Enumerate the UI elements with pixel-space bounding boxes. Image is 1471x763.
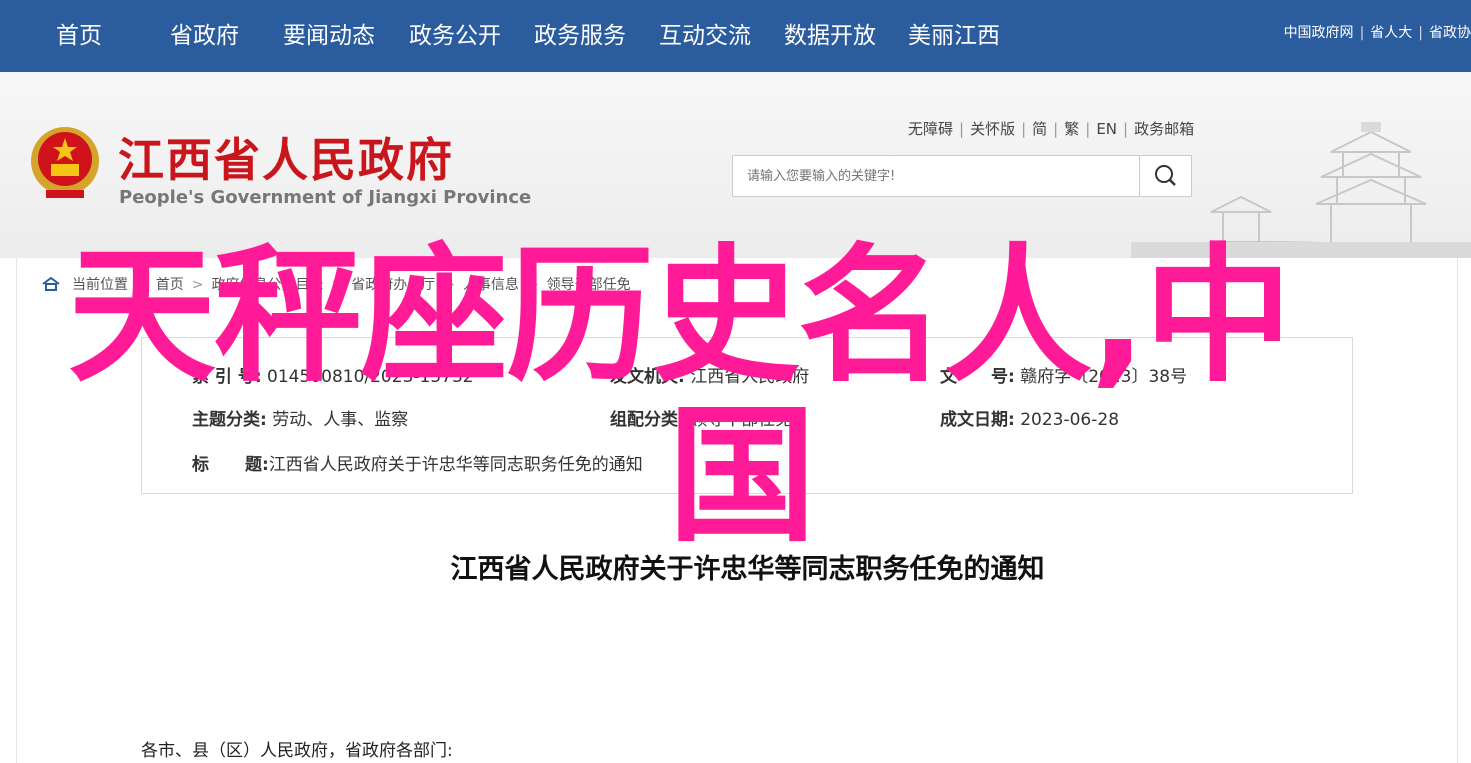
nav-item-beautiful-jiangxi[interactable]: 美丽江西 xyxy=(908,0,1000,72)
search-input[interactable] xyxy=(733,156,1141,196)
separator: | xyxy=(959,120,965,138)
nav-item-news[interactable]: 要闻动态 xyxy=(283,0,375,72)
separator: | xyxy=(1021,120,1027,138)
utility-links: 无障碍 | 关怀版 | 简 | 繁 | EN | 政务邮箱 xyxy=(908,118,1194,139)
search-icon xyxy=(1155,165,1176,186)
separator: | xyxy=(1418,25,1423,41)
link-traditional[interactable]: 繁 xyxy=(1064,120,1079,138)
link-care-mode[interactable]: 关怀版 xyxy=(970,120,1015,138)
overlay-line-2: 国 xyxy=(668,390,816,562)
nav-item-provincial-gov[interactable]: 省政府 xyxy=(170,0,239,72)
nav-item-gov-affairs-public[interactable]: 政务公开 xyxy=(409,0,501,72)
link-accessibility[interactable]: 无障碍 xyxy=(908,120,953,138)
nav-item-open-data[interactable]: 数据开放 xyxy=(784,0,876,72)
link-simplified[interactable]: 简 xyxy=(1032,120,1047,138)
nav-item-gov-services[interactable]: 政务服务 xyxy=(534,0,626,72)
overlay-line-1: 天秤座历史名人,中 xyxy=(68,230,1292,402)
home-icon xyxy=(42,277,60,291)
link-gov-mailbox[interactable]: 政务邮箱 xyxy=(1134,120,1194,138)
link-china-gov[interactable]: 中国政府网 xyxy=(1284,25,1354,41)
search-button[interactable] xyxy=(1139,156,1191,196)
link-english[interactable]: EN xyxy=(1096,120,1117,138)
nav-item-home[interactable]: 首页 xyxy=(56,0,102,72)
separator: | xyxy=(1085,120,1091,138)
top-links: 中国政府网 | 省人大 | 省政协 xyxy=(1284,22,1471,42)
overlay-headline: 天秤座历史名人,中 国 xyxy=(68,236,1318,556)
separator: | xyxy=(1123,120,1129,138)
top-nav-bar: 首页 省政府 要闻动态 政务公开 政务服务 互动交流 数据开放 美丽江西 中国政… xyxy=(0,0,1471,72)
nav-item-interaction[interactable]: 互动交流 xyxy=(659,0,751,72)
search-box xyxy=(732,155,1192,197)
national-emblem-icon xyxy=(31,127,99,198)
site-title: 江西省人民政府 xyxy=(118,133,454,187)
site-subtitle: People's Government of Jiangxi Province xyxy=(119,187,532,208)
link-provincial-cppcc[interactable]: 省政协 xyxy=(1429,25,1471,41)
link-provincial-congress[interactable]: 省人大 xyxy=(1370,25,1412,41)
separator: | xyxy=(1053,120,1059,138)
document-salutation: 各市、县（区）人民政府，省政府各部门: xyxy=(141,741,453,761)
separator: | xyxy=(1359,25,1365,41)
